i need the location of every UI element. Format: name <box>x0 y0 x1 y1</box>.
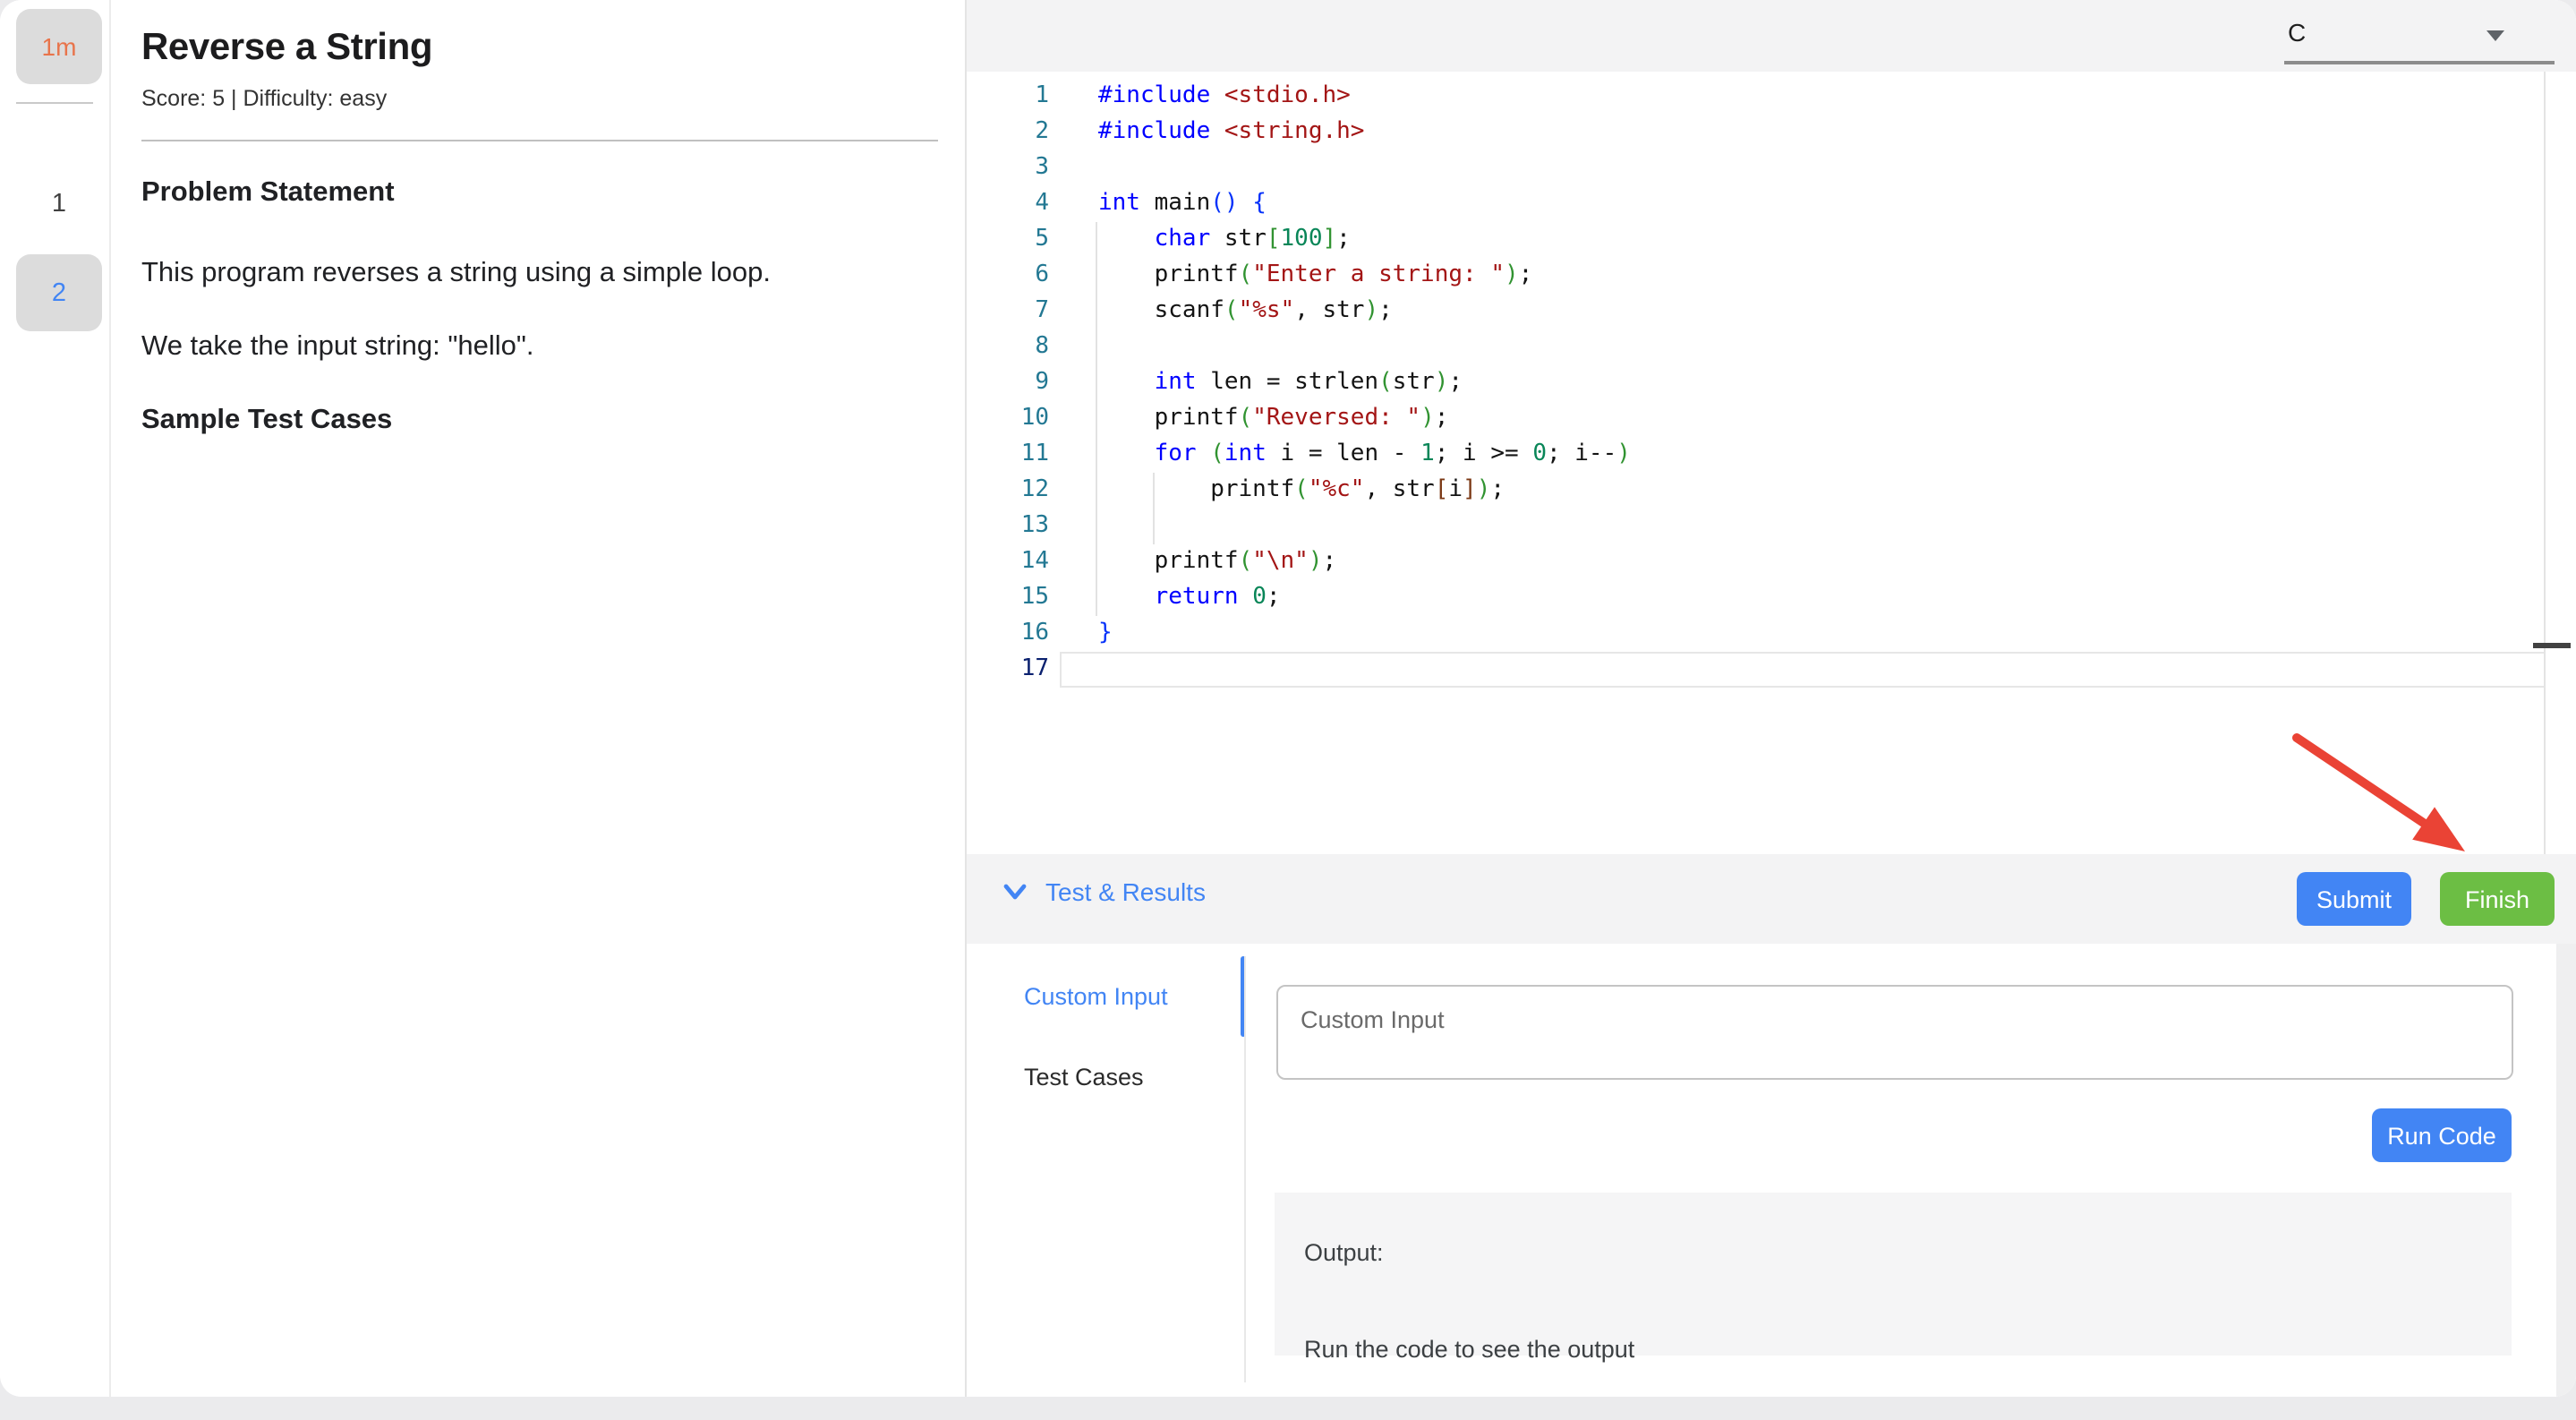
select-underline <box>2284 61 2555 64</box>
chevron-down-icon <box>1002 883 1028 901</box>
language-select[interactable]: C <box>2284 7 2555 63</box>
code-text: #include <string.h> <box>1098 115 1364 150</box>
code-line[interactable]: 17 <box>967 652 2576 688</box>
line-number: 15 <box>967 580 1049 616</box>
language-select-value: C <box>2288 18 2306 47</box>
line-number: 4 <box>967 186 1049 222</box>
code-text: printf("Enter a string: "); <box>1098 258 1532 294</box>
tab-custom-input[interactable]: Custom Input <box>967 956 1239 1037</box>
code-text: for (int i = len - 1; i >= 0; i--) <box>1098 437 1631 473</box>
code-line[interactable]: 15 return 0; <box>967 580 2576 616</box>
run-code-button[interactable]: Run Code <box>2372 1108 2512 1162</box>
code-line[interactable]: 6 printf("Enter a string: "); <box>967 258 2576 294</box>
test-results-bar: Test & Results Submit Finish <box>967 854 2576 944</box>
code-text: printf("Reversed: "); <box>1098 401 1448 437</box>
finish-button[interactable]: Finish <box>2440 872 2555 926</box>
problem-paragraph: We take the input string: "hello". <box>141 331 533 364</box>
line-number: 3 <box>967 150 1049 186</box>
test-results-label: Test & Results <box>1045 877 1206 906</box>
question-sidebar: 1m 1 2 <box>0 0 111 1397</box>
line-number: 1 <box>967 79 1049 115</box>
test-results-toggle[interactable]: Test & Results <box>1002 877 1206 906</box>
code-line[interactable]: 4 int main() { <box>967 186 2576 222</box>
code-line[interactable]: 5 char str[100]; <box>967 222 2576 258</box>
line-number: 9 <box>967 365 1049 401</box>
line-number: 2 <box>967 115 1049 150</box>
tester-card: Custom InputTest Cases Run Code Output: … <box>967 944 2556 1397</box>
question-nav-item-1[interactable]: 1 <box>16 165 102 242</box>
output-hint: Run the code to see the output <box>1304 1335 1634 1362</box>
code-editor[interactable]: 1 #include <stdio.h> 2 #include <string.h> 3… <box>967 72 2576 854</box>
code-line[interactable]: 1 #include <stdio.h> <box>967 79 2576 115</box>
code-line[interactable]: 9 int len = strlen(str); <box>967 365 2576 401</box>
code-line[interactable]: 7 scanf("%s", str); <box>967 294 2576 329</box>
problem-paragraph: This program reverses a string using a s… <box>141 258 771 290</box>
card-right-gutter <box>2556 944 2576 1397</box>
line-number: 11 <box>967 437 1049 473</box>
line-number: 8 <box>967 329 1049 365</box>
line-number: 6 <box>967 258 1049 294</box>
submit-button[interactable]: Submit <box>2297 872 2411 926</box>
line-number: 13 <box>967 509 1049 544</box>
screen: 1m 12 Reverse a String Score: 5 | Diffic… <box>0 0 2576 1420</box>
code-line[interactable]: 2 #include <string.h> <box>967 115 2576 150</box>
code-line[interactable]: 11 for (int i = len - 1; i >= 0; i--) <box>967 437 2576 473</box>
tab-test-cases[interactable]: Test Cases <box>967 1037 1239 1117</box>
code-text: } <box>1098 616 1113 652</box>
tabs-divider <box>1244 956 1246 1382</box>
problem-panel: Reverse a String Score: 5 | Difficulty: … <box>111 0 967 1397</box>
line-number: 14 <box>967 544 1049 580</box>
code-line[interactable]: 14 printf("\n"); <box>967 544 2576 580</box>
sample-test-cases-heading: Sample Test Cases <box>141 405 392 437</box>
custom-input-field[interactable] <box>1275 984 2512 1079</box>
question-nav-item-2[interactable]: 2 <box>16 254 102 331</box>
timer-badge: 1m <box>16 9 102 84</box>
sidebar-divider <box>16 102 93 104</box>
output-label: Output: <box>1304 1238 1384 1265</box>
code-text: int main() { <box>1098 186 1267 222</box>
code-text: #include <stdio.h> <box>1098 79 1351 115</box>
line-number: 5 <box>967 222 1049 258</box>
code-text: scanf("%s", str); <box>1098 294 1393 329</box>
code-line[interactable]: 3 <box>967 150 2576 186</box>
code-text: return 0; <box>1098 580 1281 616</box>
editor-scrollbar-track[interactable] <box>2544 72 2546 854</box>
line-number: 17 <box>967 652 1049 688</box>
code-line[interactable]: 10 printf("Reversed: "); <box>967 401 2576 437</box>
code-line[interactable]: 12 printf("%c", str[i]); <box>967 473 2576 509</box>
timer-label: 1m <box>42 32 77 61</box>
line-number: 16 <box>967 616 1049 652</box>
code-line[interactable]: 16} <box>967 616 2576 652</box>
code-text: int len = strlen(str); <box>1098 365 1463 401</box>
chevron-down-icon <box>2486 30 2504 41</box>
output-box: Output: Run the code to see the output <box>1274 1192 2512 1355</box>
app-window: 1m 12 Reverse a String Score: 5 | Diffic… <box>0 0 2576 1397</box>
line-number: 10 <box>967 401 1049 437</box>
language-bar: C <box>967 0 2576 72</box>
line-number: 7 <box>967 294 1049 329</box>
editor-panel: C 1 #include <stdio.h> 2 #include <string.h… <box>967 0 2576 1397</box>
code-text: char str[100]; <box>1098 222 1351 258</box>
code-text: printf("%c", str[i]); <box>1098 473 1505 509</box>
overview-ruler-cursor-mark <box>2533 643 2571 648</box>
problem-statement-heading: Problem Statement <box>141 177 395 210</box>
problem-meta: Score: 5 | Difficulty: easy <box>141 86 387 111</box>
problem-divider <box>141 140 938 141</box>
code-line[interactable]: 13 <box>967 509 2576 544</box>
code-text: printf("\n"); <box>1098 544 1336 580</box>
code-line[interactable]: 8 <box>967 329 2576 365</box>
line-number: 12 <box>967 473 1049 509</box>
problem-title: Reverse a String <box>141 27 432 70</box>
